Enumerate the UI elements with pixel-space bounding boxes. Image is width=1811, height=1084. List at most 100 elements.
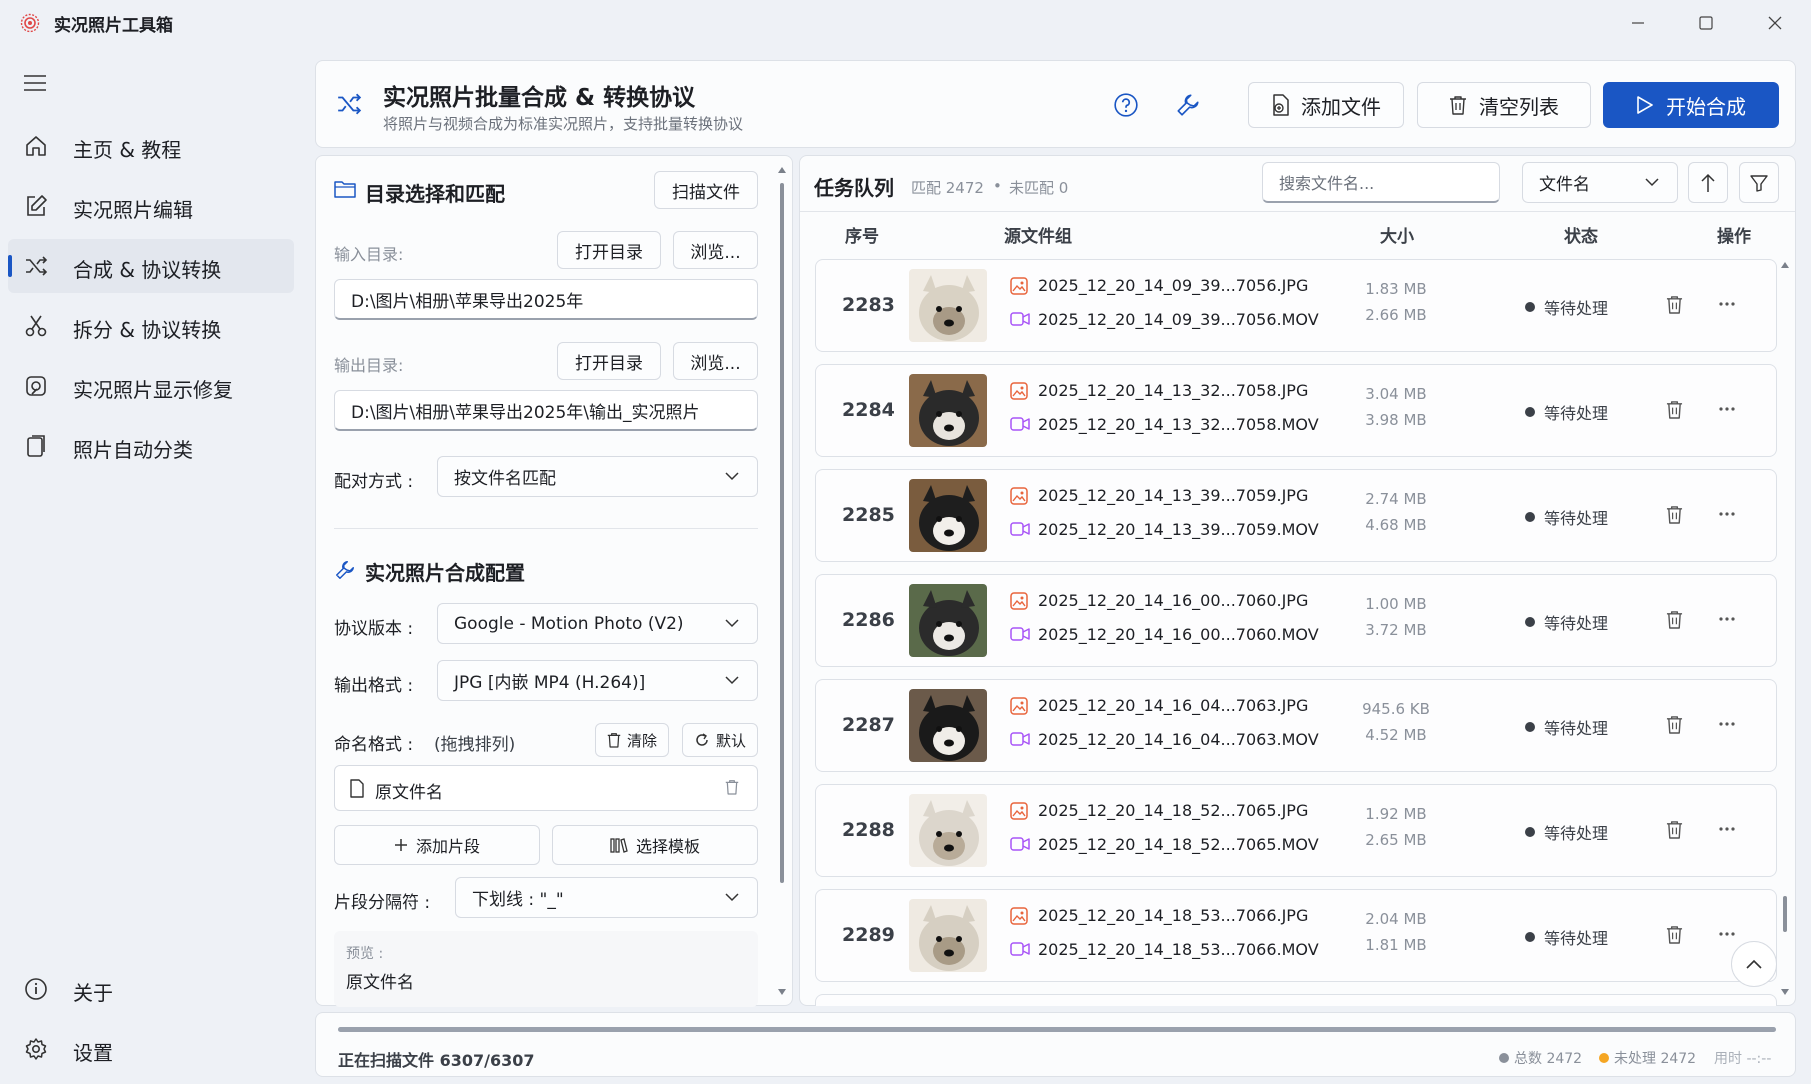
menu-toggle-button[interactable]: [22, 72, 50, 96]
status-badge: 等待处理: [1544, 929, 1609, 948]
divider: [800, 211, 1795, 212]
play-icon: [1636, 95, 1654, 115]
more-options-icon[interactable]: [1718, 715, 1736, 733]
scroll-to-top-button[interactable]: [1731, 941, 1777, 987]
arrow-up-icon: [1700, 173, 1716, 193]
tools-button[interactable]: [1168, 85, 1208, 125]
input-dir-label: 输入目录:: [334, 245, 404, 264]
delete-row-icon[interactable]: [1666, 610, 1683, 629]
output-dir-value: D:\图片\相册\苹果导出2025年\输出_实况照片: [351, 402, 700, 423]
sort-direction-button[interactable]: [1688, 162, 1728, 203]
more-options-icon[interactable]: [1718, 295, 1736, 313]
separator-label: 片段分隔符 :: [334, 893, 431, 913]
start-merge-button[interactable]: 开始合成: [1603, 82, 1779, 128]
sidebar-item-classify[interactable]: 照片自动分类: [8, 419, 294, 473]
maximize-button[interactable]: [1676, 8, 1736, 38]
config-scrollbar[interactable]: [775, 161, 789, 1002]
output-dir-field[interactable]: D:\图片\相册\苹果导出2025年\输出_实况照片: [334, 390, 758, 431]
add-files-button[interactable]: 添加文件: [1248, 82, 1404, 128]
unprocessed-count: 未处理 2472: [1614, 1051, 1697, 1067]
mov-file-name: 2025_12_20_14_18_53...7066.MOV: [1038, 940, 1319, 959]
table-row[interactable]: 2287 2025_12_20_14_16_04...7063.JPG 2025…: [815, 679, 1777, 772]
open-input-dir-button[interactable]: 打开目录: [557, 231, 661, 269]
delete-row-icon[interactable]: [1666, 925, 1683, 944]
mov-file-name: 2025_12_20_14_16_04...7063.MOV: [1038, 730, 1319, 749]
table-row[interactable]: 2283 2025_12_20_14_09_39...7056.JPG 2025…: [815, 259, 1777, 352]
match-mode-select[interactable]: 按文件名匹配: [437, 456, 758, 497]
close-button[interactable]: [1745, 8, 1805, 38]
default-naming-button[interactable]: 默认: [682, 723, 758, 757]
search-placeholder: 搜索文件名...: [1279, 174, 1375, 193]
sidebar-item-settings[interactable]: 设置: [8, 1022, 294, 1076]
table-row[interactable]: 2286 2025_12_20_14_16_00...7060.JPG 2025…: [815, 574, 1777, 667]
delete-row-icon[interactable]: [1666, 505, 1683, 524]
naming-segment-item[interactable]: 原文件名: [334, 765, 758, 811]
sidebar-item-edit[interactable]: 实况照片编辑: [8, 179, 294, 233]
file-icon: [349, 779, 365, 798]
progress-fill: [338, 1027, 1776, 1032]
input-dir-field[interactable]: D:\图片\相册\苹果导出2025年: [334, 279, 758, 320]
browse-output-button[interactable]: 浏览...: [673, 342, 758, 380]
open-output-dir-button[interactable]: 打开目录: [557, 342, 661, 380]
mov-file-size: 1.81 MB: [1365, 936, 1427, 954]
minimize-icon: [1631, 16, 1645, 30]
total-count: 总数 2472: [1514, 1051, 1583, 1067]
jpg-file-size: 3.04 MB: [1365, 385, 1427, 403]
table-row[interactable]: 2285 2025_12_20_14_13_39...7059.JPG 2025…: [815, 469, 1777, 562]
sort-field-select[interactable]: 文件名: [1522, 162, 1678, 203]
add-files-label: 添加文件: [1301, 94, 1381, 119]
sidebar-item-label: 主页 & 教程: [73, 138, 182, 162]
thumbnail-image: [909, 374, 987, 447]
filter-button[interactable]: [1739, 162, 1779, 203]
protocol-select[interactable]: Google - Motion Photo (V2): [437, 603, 758, 644]
more-options-icon[interactable]: [1718, 610, 1736, 628]
help-button[interactable]: [1106, 85, 1146, 125]
column-header-action: 操作: [1717, 227, 1751, 247]
choose-template-button[interactable]: 选择模板: [552, 825, 758, 865]
format-select[interactable]: JPG [内嵌 MP4 (H.264)]: [437, 660, 758, 701]
delete-row-icon[interactable]: [1666, 295, 1683, 314]
more-options-icon[interactable]: [1718, 400, 1736, 418]
add-segment-button[interactable]: 添加片段: [334, 825, 540, 865]
input-dir-value: D:\图片\相册\苹果导出2025年: [351, 291, 584, 312]
clear-list-button[interactable]: 清空列表: [1417, 82, 1591, 128]
table-row[interactable]: 2288 2025_12_20_14_18_52...7065.JPG 2025…: [815, 784, 1777, 877]
table-row[interactable]: 2284 2025_12_20_14_13_32...7058.JPG 2025…: [815, 364, 1777, 457]
status-badge: 等待处理: [1544, 509, 1609, 528]
sidebar-item-repair[interactable]: 实况照片显示修复: [8, 359, 294, 413]
image-file-icon: [1010, 487, 1028, 505]
jpg-file-size: 945.6 KB: [1362, 700, 1430, 718]
sidebar-item-home[interactable]: 主页 & 教程: [8, 119, 294, 173]
more-options-icon[interactable]: [1718, 505, 1736, 523]
queue-scrollbar[interactable]: [1778, 256, 1792, 1001]
config-panel: 目录选择和匹配 扫描文件 输入目录: 打开目录 浏览... D:\图片\相册\苹…: [315, 155, 793, 1007]
more-options-icon[interactable]: [1718, 820, 1736, 838]
sidebar-item-merge[interactable]: 合成 & 协议转换: [8, 239, 294, 293]
scissors-icon: [24, 314, 48, 338]
delete-row-icon[interactable]: [1666, 400, 1683, 419]
scan-files-button[interactable]: 扫描文件: [654, 171, 758, 209]
default-naming-label: 默认: [715, 731, 746, 750]
jpg-file-name: 2025_12_20_14_13_39...7059.JPG: [1038, 486, 1309, 505]
unprocessed-dot: [1599, 1053, 1609, 1063]
filter-icon: [1750, 174, 1768, 192]
browse-input-button[interactable]: 浏览...: [673, 231, 758, 269]
sidebar-item-split[interactable]: 拆分 & 协议转换: [8, 299, 294, 353]
segment-label: 原文件名: [375, 783, 443, 803]
table-row[interactable]: 2289 2025_12_20_14_18_53...7066.JPG 2025…: [815, 889, 1777, 982]
image-file-icon: [1010, 382, 1028, 400]
clear-naming-button[interactable]: 清除: [595, 723, 669, 757]
separator-select[interactable]: 下划线 : "_": [455, 877, 758, 918]
more-options-icon[interactable]: [1718, 925, 1736, 943]
status-dot: [1525, 827, 1535, 837]
search-input[interactable]: 搜索文件名...: [1262, 162, 1500, 203]
delete-row-icon[interactable]: [1666, 715, 1683, 734]
sidebar-item-about[interactable]: 关于: [8, 962, 294, 1016]
naming-label: 命名格式 :: [334, 735, 414, 755]
delete-row-icon[interactable]: [1666, 820, 1683, 839]
thumbnail-image: [909, 269, 987, 342]
minimize-button[interactable]: [1608, 8, 1668, 38]
remove-segment-icon[interactable]: [725, 779, 739, 795]
mov-file-size: 4.68 MB: [1365, 516, 1427, 534]
section-title-directory: 目录选择和匹配: [365, 182, 505, 206]
